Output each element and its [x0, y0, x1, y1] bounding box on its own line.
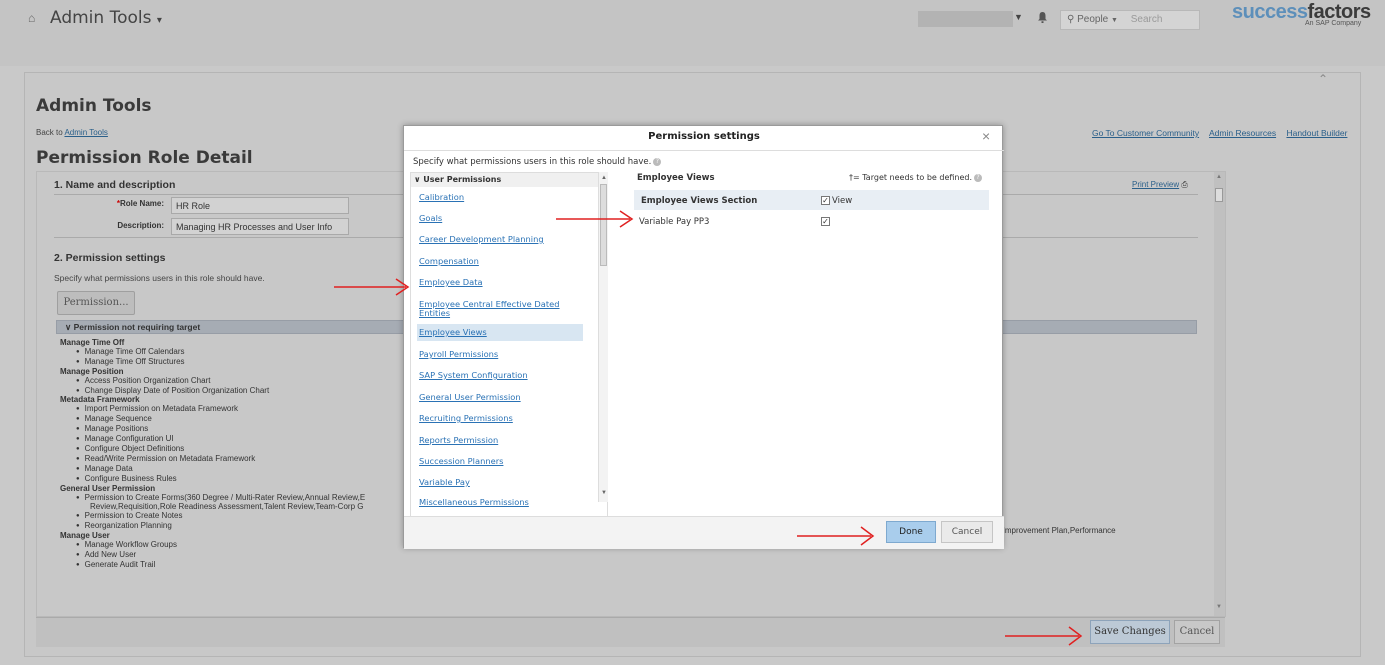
category-item[interactable]: Reports Permission — [419, 436, 569, 445]
top-links: Go To Customer Community Admin Resources… — [1092, 128, 1355, 138]
breadcrumb: Back to Admin Tools — [36, 128, 108, 137]
user-name-redacted[interactable] — [918, 11, 1013, 27]
user-menu-chevron-icon[interactable]: ▼ — [1014, 12, 1023, 22]
scroll-down-icon[interactable]: ▼ — [1216, 604, 1222, 610]
annotation-arrow — [556, 210, 634, 228]
search-scope-select[interactable]: People — [1077, 14, 1108, 25]
save-changes-button[interactable]: Save Changes — [1090, 620, 1170, 644]
bell-icon[interactable] — [1038, 12, 1047, 23]
right-pane-heading: Employee Views — [637, 173, 715, 183]
section2-description: Specify what permissions users in this r… — [54, 273, 265, 283]
print-icon: ⎙ — [1181, 180, 1188, 189]
annotation-arrow — [334, 278, 410, 296]
app-menu[interactable]: Admin Tools ▾ — [50, 8, 162, 28]
back-link[interactable]: Admin Tools — [64, 128, 107, 137]
close-icon[interactable]: × — [982, 128, 990, 144]
annotation-arrow — [1005, 626, 1083, 646]
category-item[interactable]: Career Development Planning — [419, 235, 569, 244]
done-button[interactable]: Done — [886, 521, 936, 543]
target-note: †= Target needs to be defined.? — [849, 173, 983, 182]
handout-builder-link[interactable]: Handout Builder — [1286, 128, 1347, 138]
view-label: View — [832, 196, 853, 206]
section-row-label: Employee Views Section — [641, 196, 758, 206]
chevron-down-icon: ∨ — [65, 322, 72, 332]
dialog-title: Permission settings — [648, 131, 760, 142]
category-item[interactable]: Goals — [419, 214, 569, 223]
info-icon[interactable]: ? — [653, 157, 662, 166]
info-icon[interactable]: ? — [974, 173, 983, 182]
permission-list-overflow-text: e Improvement Plan,Performance — [996, 526, 1116, 535]
permission-button[interactable]: Permission... — [57, 291, 135, 315]
category-header[interactable]: ∨ User Permissions — [411, 173, 607, 187]
page-title: Permission Role Detail — [36, 148, 253, 168]
page-heading: Admin Tools — [36, 96, 152, 116]
chevron-down-icon: ∨ — [414, 175, 421, 184]
role-name-field[interactable]: HR Role — [171, 197, 349, 214]
print-preview-link[interactable]: Print Preview ⎙ — [1132, 180, 1188, 190]
view-all-checkbox[interactable]: ✓ — [821, 196, 830, 205]
search-icon: ⚲ — [1067, 14, 1075, 25]
scroll-up-icon[interactable]: ▲ — [601, 175, 607, 181]
chevron-down-icon: ▼ — [1111, 17, 1118, 24]
dialog-cancel-button[interactable]: Cancel — [941, 521, 993, 543]
category-item[interactable]: Calibration — [419, 193, 569, 202]
dialog-description: Specify what permissions users in this r… — [413, 157, 662, 167]
scroll-down-icon[interactable]: ▼ — [601, 490, 607, 496]
search-placeholder: Search — [1130, 14, 1163, 25]
annotation-arrow — [797, 526, 875, 546]
category-item[interactable]: Variable Pay — [419, 478, 569, 487]
chevron-down-icon: ▾ — [156, 15, 162, 26]
customer-community-link[interactable]: Go To Customer Community — [1092, 128, 1199, 138]
scroll-up-icon[interactable]: ▲ — [1216, 174, 1222, 180]
category-item[interactable]: Recruiting Permissions — [419, 414, 569, 423]
scroll-thumb[interactable] — [1215, 188, 1223, 202]
content-scrollbar[interactable]: ▲ ▼ — [1214, 172, 1225, 616]
category-item[interactable]: Compensation — [419, 257, 569, 266]
category-item[interactable]: Payroll Permissions — [419, 350, 569, 359]
category-item[interactable]: Miscellaneous Permissions — [419, 498, 569, 507]
item-row-label: Variable Pay PP3 — [639, 217, 710, 227]
category-item[interactable]: Succession Planners — [419, 457, 569, 466]
variable-pay-pp3-checkbox[interactable]: ✓ — [821, 217, 830, 226]
category-item[interactable]: SAP System Configuration — [419, 371, 569, 380]
section1-heading: 1. Name and description — [54, 179, 176, 191]
description-field[interactable]: Managing HR Processes and User Info — [171, 218, 349, 235]
description-label: Description: — [117, 221, 164, 230]
role-name-label: *Role Name: — [116, 199, 164, 208]
section2-heading: 2. Permission settings — [54, 252, 166, 264]
permission-list: Manage Time OffManage Time Off Calendars… — [60, 338, 365, 571]
category-item[interactable]: General User Permission — [419, 393, 569, 402]
category-item[interactable]: Employee Views — [419, 328, 569, 337]
admin-resources-link[interactable]: Admin Resources — [1209, 128, 1276, 138]
category-item[interactable]: Employee Data — [419, 278, 569, 287]
category-item[interactable]: Employee Central Effective Dated Entitie… — [419, 300, 569, 318]
divider — [404, 150, 1004, 151]
permission-item: Generate Audit Trail — [60, 560, 365, 571]
permission-settings-dialog: Permission settings × Specify what permi… — [403, 125, 1004, 549]
cancel-button[interactable]: Cancel — [1174, 620, 1220, 644]
home-icon[interactable]: ⌂ — [28, 12, 40, 24]
app-title: Admin Tools — [50, 8, 152, 28]
search-input[interactable]: ⚲ People ▼ Search — [1060, 10, 1200, 30]
logo-subtitle: An SAP Company — [1305, 20, 1362, 27]
collapse-chevron-icon[interactable]: ⌃ — [1318, 72, 1328, 86]
